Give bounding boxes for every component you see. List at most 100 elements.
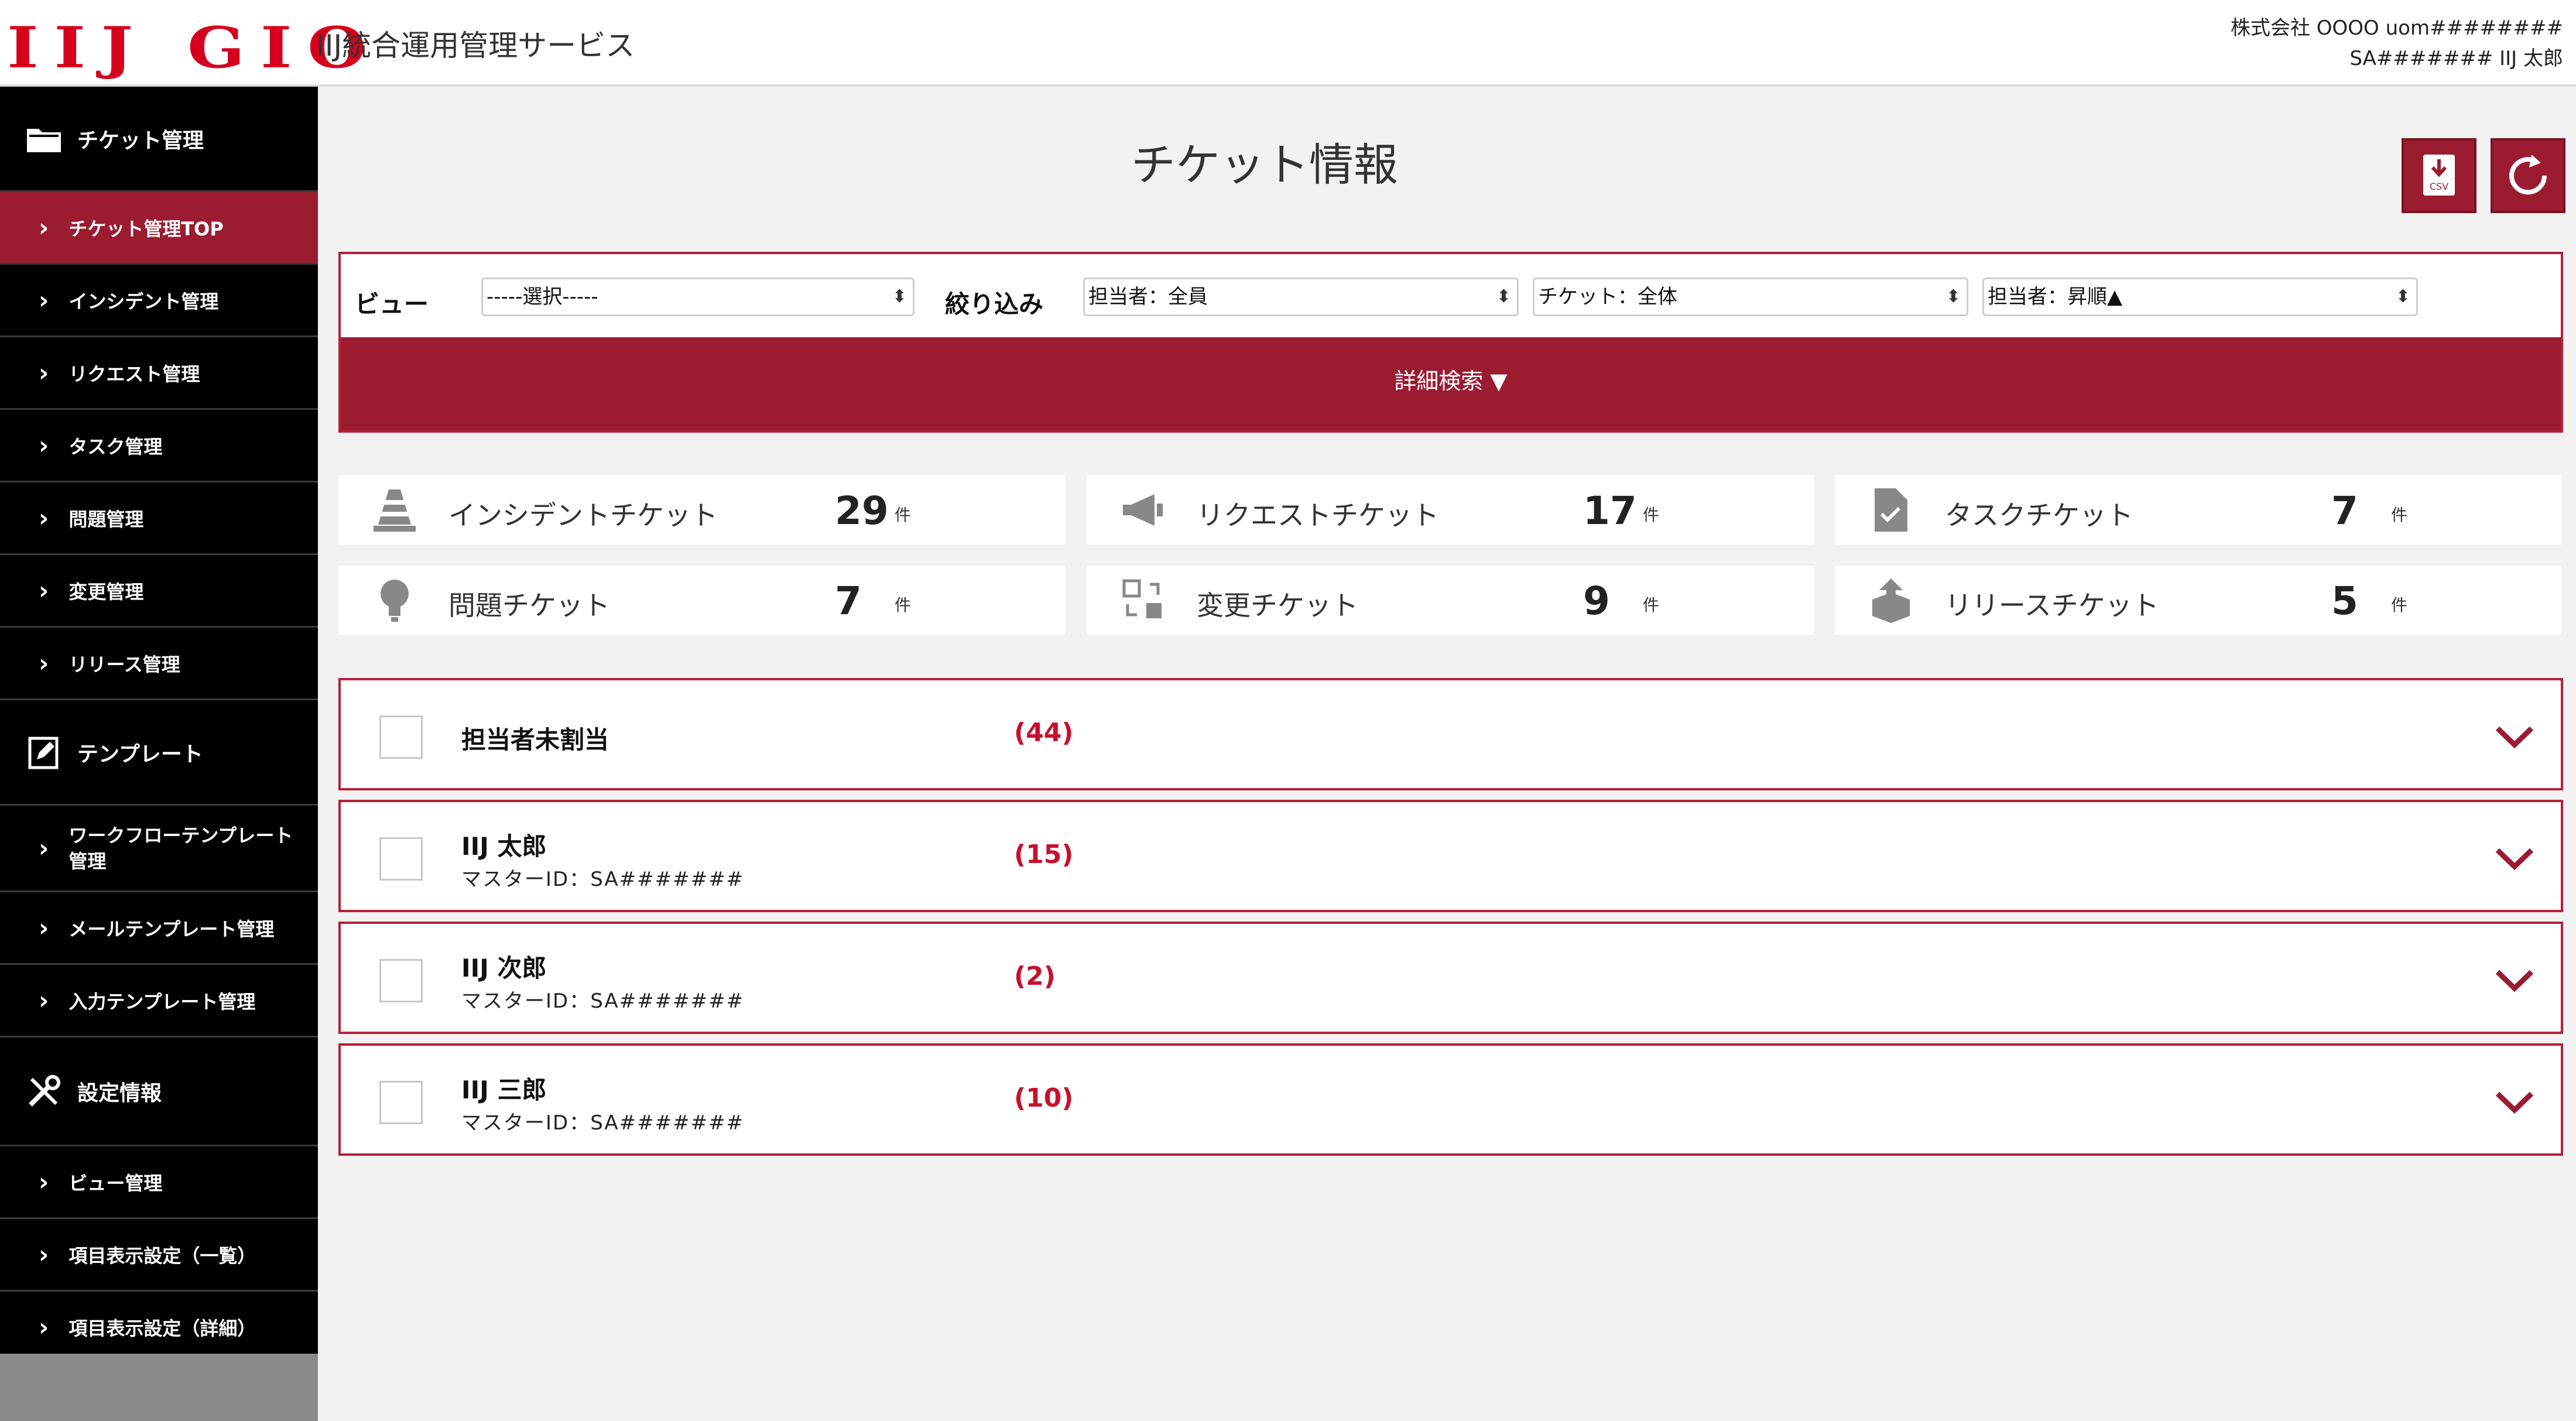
stat-count: 9: [1583, 578, 1610, 624]
chevron-down-icon[interactable]: [2494, 966, 2535, 994]
refresh-button[interactable]: [2491, 138, 2565, 213]
chevron-right-icon: ›: [39, 986, 49, 1015]
sidebar-item-label: リクエスト管理: [68, 362, 200, 385]
service-title: IIJ統合運用管理サービス: [316, 29, 635, 63]
sidebar-section-label: チケット管理: [77, 128, 204, 153]
sort-select-value: 担当者：昇順▲: [1988, 285, 2123, 309]
view-label: ビュー: [355, 290, 429, 319]
view-select[interactable]: -----選択----- ⬍: [481, 278, 914, 316]
group-count: (10): [1014, 1083, 1074, 1113]
ticket-select[interactable]: チケット：全体 ⬍: [1533, 278, 1968, 316]
stat-count: 5: [2331, 578, 2358, 624]
filter-panel: ビュー -----選択----- ⬍ 絞り込み 担当者：全員 ⬍ チケット：全体…: [338, 252, 2563, 433]
group-row-user[interactable]: IIJ 太郎 マスターID：SA####### (15): [338, 800, 2563, 912]
assignee-select[interactable]: 担当者：全員 ⬍: [1083, 278, 1519, 316]
sidebar-section-settings[interactable]: 設定情報: [0, 1037, 318, 1146]
stat-count: 29: [835, 488, 889, 533]
stat-label: リクエストチケット: [1197, 499, 1439, 531]
group-master-id: マスターID：SA#######: [461, 989, 745, 1013]
stat-task[interactable]: タスクチケット 7 件: [1835, 475, 2562, 545]
sidebar-item-label: タスク管理: [68, 435, 163, 458]
detail-search-button[interactable]: 詳細検索 ▼: [341, 337, 2561, 430]
csv-download-icon: CSV: [2423, 155, 2455, 196]
stat-problem[interactable]: 問題チケット 7 件: [338, 566, 1066, 635]
stat-change[interactable]: 変更チケット 9 件: [1087, 566, 1814, 635]
chevron-right-icon: ›: [39, 358, 49, 387]
group-name: IIJ 三郎: [461, 1076, 547, 1104]
chevron-right-icon: ›: [39, 1240, 49, 1269]
sidebar-item-request[interactable]: › リクエスト管理: [0, 337, 318, 410]
svg-text:CSV: CSV: [2430, 181, 2448, 192]
group-checkbox[interactable]: [379, 837, 423, 881]
view-select-value: -----選択-----: [487, 285, 598, 309]
account-company: 株式会社 OOOO uom########: [2230, 16, 2563, 40]
sidebar-item-label: ワークフローテンプレート管理: [68, 824, 293, 872]
sidebar-item-view-management[interactable]: › ビュー管理: [0, 1146, 318, 1219]
stat-count: 7: [835, 578, 862, 624]
group-count: (2): [1014, 961, 1056, 991]
sidebar-item-problem[interactable]: › 問題管理: [0, 482, 318, 555]
lightbulb-icon: [381, 580, 409, 622]
app-header: IIJ GIO IIJ統合運用管理サービス 株式会社 OOOO uom#####…: [0, 0, 2576, 87]
filter-row: ビュー -----選択----- ⬍ 絞り込み 担当者：全員 ⬍ チケット：全体…: [341, 254, 2561, 342]
chevron-down-icon[interactable]: [2494, 723, 2535, 751]
release-box-icon: [1872, 578, 1910, 623]
account-user: SA####### IIJ 太郎: [2349, 47, 2563, 70]
sidebar-item-label: インシデント管理: [68, 290, 219, 313]
stat-unit: 件: [1643, 595, 1660, 615]
sidebar-item-input-template[interactable]: › 入力テンプレート管理: [0, 965, 318, 1037]
sort-select[interactable]: 担当者：昇順▲ ⬍: [1982, 278, 2418, 316]
sidebar-section-template[interactable]: テンプレート: [0, 700, 318, 806]
stat-release[interactable]: リリースチケット 5 件: [1835, 566, 2562, 635]
sidebar-item-label: 項目表示設定（詳細）: [68, 1317, 256, 1340]
sidebar-item-change[interactable]: › 変更管理: [0, 555, 318, 628]
sidebar-item-task[interactable]: › タスク管理: [0, 410, 318, 482]
sidebar-item-release[interactable]: › リリース管理: [0, 628, 318, 700]
chevron-down-icon[interactable]: [2494, 1088, 2535, 1116]
sidebar-item-display-list[interactable]: › 項目表示設定（一覧）: [0, 1219, 318, 1292]
select-arrow-icon: ⬍: [2395, 286, 2410, 307]
stat-unit: 件: [895, 595, 912, 615]
group-checkbox[interactable]: [379, 959, 423, 1002]
sidebar-item-mail-template[interactable]: › メールテンプレート管理: [0, 892, 318, 965]
ticket-select-value: チケット：全体: [1538, 285, 1677, 309]
csv-download-button[interactable]: CSV: [2402, 138, 2476, 213]
traffic-cone-icon: [374, 489, 416, 532]
chevron-right-icon: ›: [39, 1167, 49, 1196]
sidebar-section-label: 設定情報: [77, 1081, 162, 1105]
group-row-user[interactable]: IIJ 三郎 マスターID：SA####### (10): [338, 1043, 2563, 1156]
task-document-icon: [1875, 488, 1907, 532]
chevron-right-icon: ›: [39, 649, 49, 677]
sidebar-section-label: テンプレート: [77, 742, 203, 766]
group-name: IIJ 太郎: [461, 832, 547, 861]
group-master-id: マスターID：SA#######: [461, 868, 745, 891]
sidebar-item-label: 項目表示設定（一覧）: [68, 1244, 256, 1267]
stat-count: 7: [2331, 488, 2358, 533]
group-row-unassigned[interactable]: 担当者未割当 (44): [338, 678, 2563, 790]
edit-icon: [23, 735, 64, 770]
select-arrow-icon: ⬍: [1945, 286, 1961, 307]
sidebar-item-label: 問題管理: [68, 508, 144, 530]
sidebar-item-incident[interactable]: › インシデント管理: [0, 265, 318, 337]
sidebar-section-ticket[interactable]: チケット管理: [0, 87, 318, 192]
stat-request[interactable]: リクエストチケット 17 件: [1087, 475, 1814, 545]
group-checkbox[interactable]: [379, 1081, 423, 1124]
sidebar-item-ticket-top[interactable]: › チケット管理TOP: [0, 192, 318, 265]
chevron-right-icon: ›: [39, 504, 49, 532]
sidebar-item-label: リリース管理: [68, 653, 180, 676]
group-row-user[interactable]: IIJ 次郎 マスターID：SA####### (2): [338, 922, 2563, 1034]
stat-label: リリースチケット: [1945, 590, 2159, 621]
stat-count: 17: [1583, 488, 1637, 533]
stat-incident[interactable]: インシデントチケット 29 件: [338, 475, 1066, 545]
group-checkbox[interactable]: [379, 715, 423, 759]
sidebar: チケット管理 › チケット管理TOP › インシデント管理 › リクエスト管理 › タス…: [0, 87, 318, 1421]
chevron-down-icon[interactable]: [2494, 844, 2535, 872]
account-info: 株式会社 OOOO uom######## SA####### IIJ 太郎: [2231, 13, 2563, 74]
chevron-right-icon: ›: [39, 1313, 49, 1341]
sidebar-item-workflow-template[interactable]: › ワークフローテンプレート管理: [0, 806, 318, 892]
change-icon: [1122, 579, 1162, 618]
chevron-right-icon: ›: [39, 833, 49, 862]
stat-label: 問題チケット: [448, 590, 610, 621]
megaphone-icon: [1123, 494, 1163, 526]
chevron-right-icon: ›: [39, 913, 49, 942]
